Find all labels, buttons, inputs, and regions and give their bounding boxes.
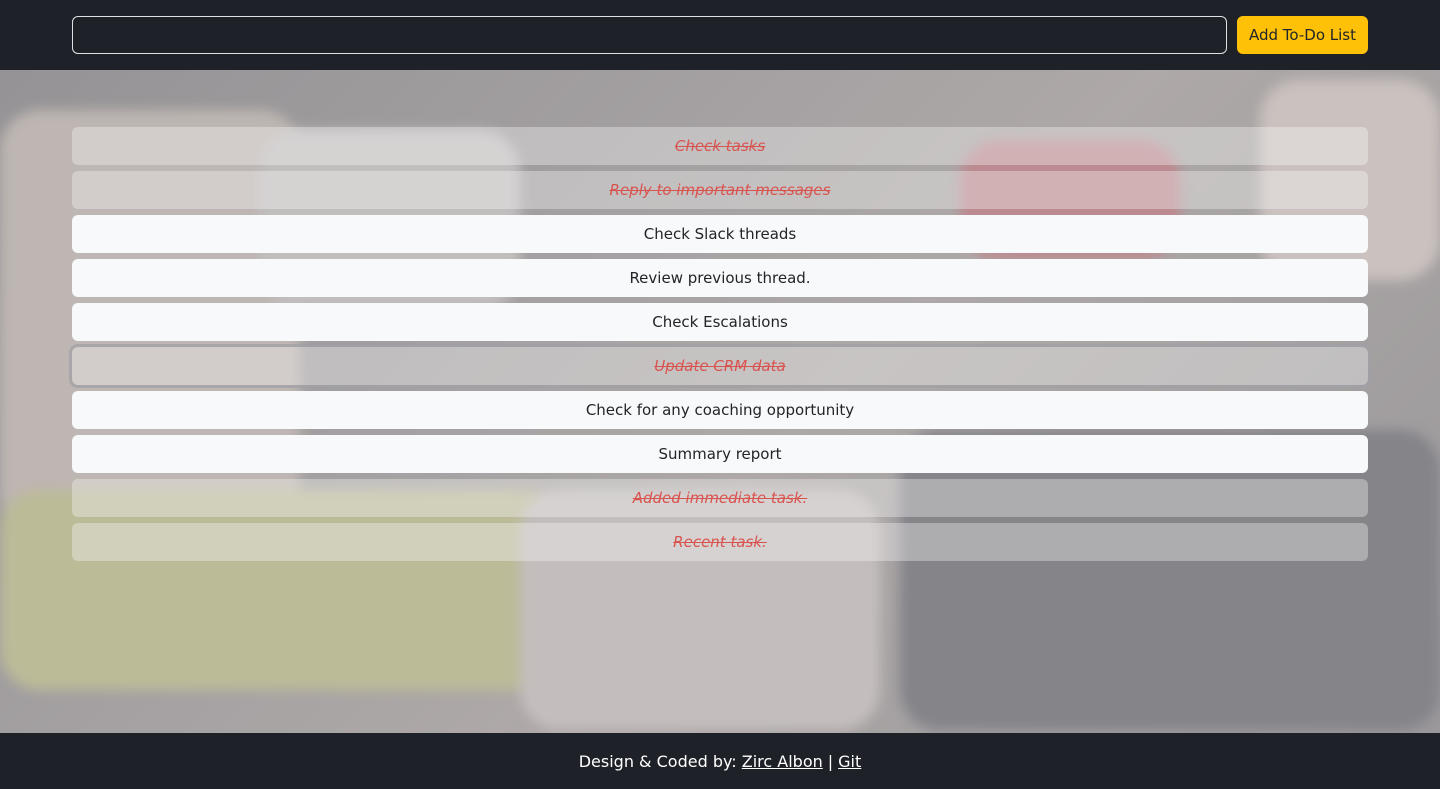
todo-item[interactable]: Check Slack threads [72,215,1368,253]
todo-item-label: Check Slack threads [643,225,797,243]
todo-item-label: Check Escalations [652,313,788,331]
todo-item[interactable]: Check for any coaching opportunity [72,391,1368,429]
todo-item[interactable]: Check Escalations [72,303,1368,341]
git-link[interactable]: Git [838,752,861,771]
todo-item-label: Update CRM data [654,357,786,375]
author-link[interactable]: Zirc Albon [742,752,823,771]
todo-item-label: Check tasks [674,137,766,155]
todo-item[interactable]: Reply to important messages [72,171,1368,209]
todo-item-label: Review previous thread. [629,269,811,287]
todo-list: Check tasks Reply to important messages Ch… [69,127,1371,567]
footer-separator: | [827,751,834,771]
todo-item-label: Added immediate task. [632,489,808,507]
todo-item[interactable]: Summary report [72,435,1368,473]
todo-item-label: Check for any coaching opportunity [585,401,855,419]
todo-item[interactable]: Recent task. [72,523,1368,561]
todo-input[interactable] [72,16,1227,54]
todo-item-label: Recent task. [673,533,767,551]
todo-item-label: Reply to important messages [609,181,831,199]
add-todo-button[interactable]: Add To-Do List [1237,16,1368,54]
todo-item[interactable]: Added immediate task. [72,479,1368,517]
footer-credit-text: Design & Coded by: [578,751,737,771]
todo-item[interactable]: Update CRM data [69,344,1371,388]
todo-item[interactable]: Check tasks [72,127,1368,165]
background-stage: Check tasks Reply to important messages Ch… [0,70,1440,733]
todo-item[interactable]: Review previous thread. [72,259,1368,297]
top-bar: Add To-Do List [0,0,1440,70]
footer: Design & Coded by: Zirc Albon | Git [0,733,1440,789]
todo-item-label: Summary report [658,445,782,463]
